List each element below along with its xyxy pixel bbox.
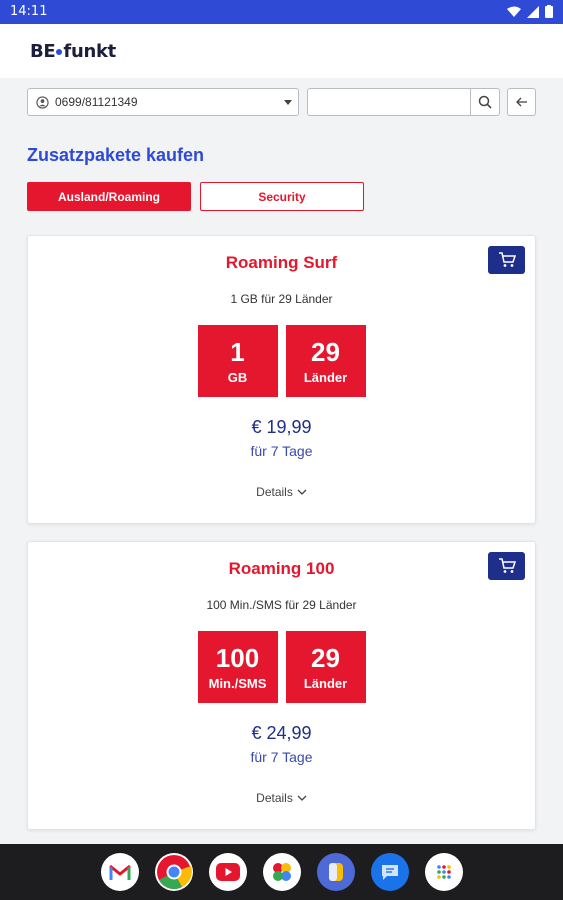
package-card: Roaming 100 100 Min./SMS für 29 Länder 1… xyxy=(27,541,536,830)
logo-dot xyxy=(56,48,63,55)
package-card: Roaming Surf 1 GB für 29 Länder 1 GB 29 … xyxy=(27,235,536,524)
cart-icon xyxy=(498,252,516,267)
photos-icon[interactable] xyxy=(262,853,301,891)
package-subtitle: 1 GB für 29 Länder xyxy=(230,292,333,306)
status-bar: 14:11 xyxy=(0,0,563,24)
package-subtitle: 100 Min./SMS für 29 Länder xyxy=(206,598,357,612)
tab-ausland-roaming[interactable]: Ausland/Roaming xyxy=(27,182,191,211)
search-icon xyxy=(478,95,492,109)
details-toggle[interactable]: Details xyxy=(28,485,535,499)
countries-tile: 29 Länder xyxy=(285,325,366,397)
cart-icon xyxy=(498,558,516,573)
tile-value: 29 xyxy=(311,336,340,367)
tile-unit: Länder xyxy=(303,369,348,385)
chevron-down-icon xyxy=(297,795,307,801)
chevron-down-icon xyxy=(297,489,307,495)
add-to-cart-button[interactable] xyxy=(488,552,525,580)
tile-value: 100 xyxy=(215,642,260,673)
package-price: € 19,99 xyxy=(251,417,312,437)
data-volume-tile: 1 GB xyxy=(197,325,278,397)
app-dock xyxy=(0,844,563,900)
user-circle-icon xyxy=(36,95,49,109)
details-toggle[interactable]: Details xyxy=(28,791,535,805)
youtube-icon[interactable] xyxy=(208,853,247,891)
details-label: Details xyxy=(256,791,293,805)
tile-value: 1 xyxy=(230,336,245,367)
package-title: Roaming Surf xyxy=(225,253,338,272)
details-label: Details xyxy=(256,485,293,499)
countries-tile: 29 Länder xyxy=(285,631,366,703)
app-header: BE funkt xyxy=(0,24,563,78)
search-input[interactable] xyxy=(307,88,471,116)
package-tiles: 1 GB 29 Länder xyxy=(28,325,535,397)
back-button[interactable] xyxy=(507,88,536,116)
package-tiles: 100 Min./SMS 29 Länder xyxy=(28,631,535,703)
package-period: für 7 Tage xyxy=(250,749,313,765)
system-icons xyxy=(507,5,553,18)
search-button[interactable] xyxy=(470,88,500,116)
chevron-down-icon xyxy=(284,100,292,105)
tile-unit: Min./SMS xyxy=(208,675,267,691)
tile-unit: GB xyxy=(227,369,248,385)
tile-value: 29 xyxy=(311,642,340,673)
account-number-select[interactable]: 0699/81121349 xyxy=(27,88,299,116)
messages-icon[interactable] xyxy=(370,853,409,891)
status-time: 14:11 xyxy=(10,4,48,19)
add-to-cart-button[interactable] xyxy=(488,246,525,274)
arrow-left-icon xyxy=(515,97,527,107)
wifi-icon xyxy=(507,6,521,17)
gmail-icon[interactable] xyxy=(100,853,139,891)
selected-number: 0699/81121349 xyxy=(55,95,138,109)
logo-text-right: funkt xyxy=(63,41,116,62)
logo-text-left: BE xyxy=(30,41,56,62)
bank-app-icon[interactable] xyxy=(316,853,355,891)
package-title: Roaming 100 xyxy=(228,559,335,578)
tab-security[interactable]: Security xyxy=(200,182,364,211)
app-drawer-icon[interactable] xyxy=(424,853,463,891)
chrome-icon[interactable] xyxy=(154,853,193,891)
battery-icon xyxy=(545,5,553,18)
page-title: Zusatzpakete kaufen xyxy=(27,145,205,165)
package-period: für 7 Tage xyxy=(250,443,313,459)
befunkt-logo: BE funkt xyxy=(30,41,116,62)
minutes-sms-tile: 100 Min./SMS xyxy=(197,631,278,703)
tile-unit: Länder xyxy=(303,675,348,691)
signal-icon xyxy=(527,5,539,18)
package-price: € 24,99 xyxy=(251,723,312,743)
